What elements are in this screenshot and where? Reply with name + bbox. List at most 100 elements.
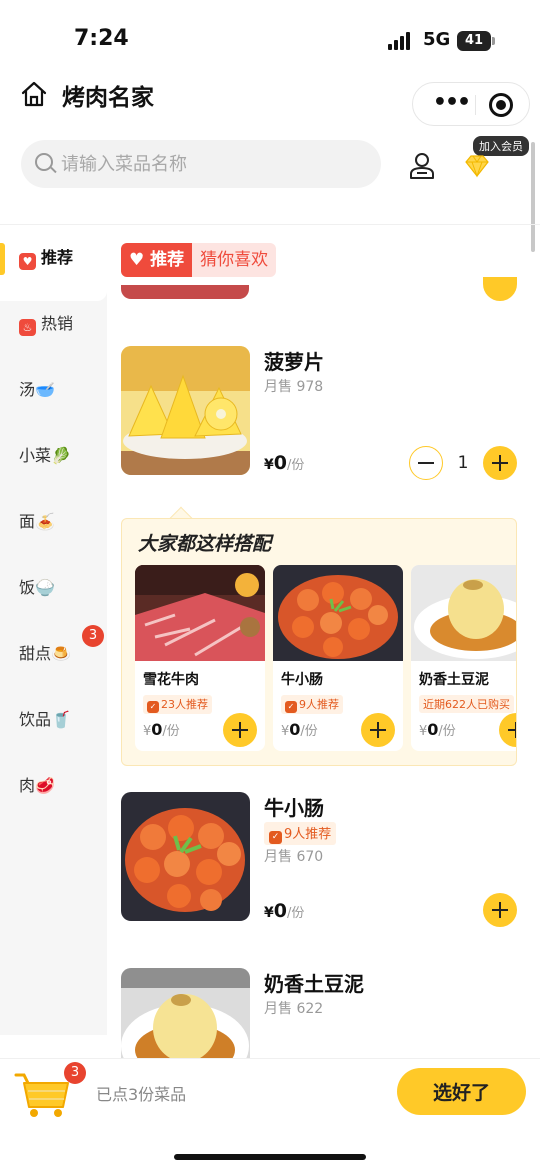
status-bar: 7:24 5G 41 bbox=[0, 0, 540, 80]
sidebar-item-label: 小菜 bbox=[19, 446, 52, 465]
capsule-divider bbox=[475, 95, 476, 115]
dish-item[interactable]: 菠萝片 月售 978 ¥0/份 1 bbox=[121, 346, 521, 480]
combo-dish-name: 奶香土豆泥 bbox=[419, 672, 489, 688]
combo-card[interactable]: 雪花牛肉 ✓ 23人推荐 ¥0/份 bbox=[135, 565, 265, 751]
sidebar-item-label: 面 bbox=[19, 512, 36, 531]
combo-dish-price: ¥0/份 bbox=[419, 720, 456, 739]
dish-name: 牛小肠 bbox=[264, 796, 324, 820]
decrease-button[interactable] bbox=[409, 446, 443, 480]
scrollbar[interactable] bbox=[531, 142, 535, 252]
sidebar-item-label: 饭 bbox=[19, 578, 36, 597]
add-button[interactable] bbox=[499, 713, 516, 747]
store-title: 烤肉名家 bbox=[62, 85, 154, 111]
recommend-chip: ✓ 23人推荐 bbox=[143, 695, 212, 714]
sidebar-item-label: 饮品 bbox=[19, 710, 52, 729]
combo-card[interactable]: 牛小肠 ✓ 9人推荐 ¥0/份 bbox=[273, 565, 403, 751]
checkout-button[interactable]: 选好了 bbox=[397, 1068, 526, 1115]
dish-list: ♥ 推荐 猜你喜欢 菠萝片 月售 978 ¥0/份 1 大家都这样搭配 雪花牛肉… bbox=[107, 225, 530, 1060]
sidebar-item-label: 甜点 bbox=[19, 644, 52, 663]
sidebar-item-dessert[interactable]: 甜点🍮 3 bbox=[0, 621, 107, 687]
sidebar-item-hot[interactable]: ♨ 热销 bbox=[0, 291, 107, 357]
mini-program-capsule: ••• bbox=[412, 82, 530, 126]
soup-bowl-icon: 🥣 bbox=[35, 380, 55, 399]
recommend-chip: ✓ 9人推荐 bbox=[264, 822, 337, 845]
fire-tag-icon: ♨ bbox=[19, 319, 36, 336]
join-member-badge[interactable]: 加入会员 bbox=[473, 136, 529, 156]
dish-image[interactable] bbox=[121, 792, 250, 921]
rice-bowl-icon: 🍚 bbox=[35, 578, 55, 597]
dish-name: 菠萝片 bbox=[264, 350, 324, 374]
purchase-chip: 近期622人已购买 bbox=[419, 695, 514, 713]
add-button[interactable] bbox=[223, 713, 257, 747]
dish-item[interactable]: 牛小肠 ✓ 9人推荐 月售 670 ¥0/份 bbox=[121, 792, 521, 927]
shopping-cart-icon[interactable] bbox=[14, 1069, 72, 1119]
sidebar-item-label: 热销 bbox=[41, 314, 74, 333]
network-label: 5G bbox=[423, 29, 451, 50]
more-dots-icon[interactable]: ••• bbox=[427, 83, 475, 125]
thumbs-up-icon: ✓ bbox=[285, 701, 297, 713]
add-button[interactable] bbox=[361, 713, 395, 747]
search-input[interactable] bbox=[61, 140, 371, 188]
drink-cup-icon: 🥤 bbox=[51, 710, 71, 729]
sidebar-item-soup[interactable]: 汤🥣 bbox=[0, 357, 107, 423]
signal-icon bbox=[388, 32, 414, 50]
dish-image bbox=[135, 565, 265, 661]
sidebar-item-label: 推荐 bbox=[41, 248, 74, 267]
dish-image-partial bbox=[121, 285, 249, 299]
section-subtitle: 猜你喜欢 bbox=[192, 243, 277, 277]
dish-image[interactable] bbox=[121, 968, 250, 1060]
leafy-green-icon: 🥬 bbox=[51, 446, 71, 465]
cart-bar: 3 已点3份菜品 选好了 bbox=[0, 1058, 540, 1170]
pudding-icon: 🍮 bbox=[51, 644, 71, 663]
combo-dish-price: ¥0/份 bbox=[143, 720, 180, 739]
record-target-icon[interactable] bbox=[489, 93, 513, 117]
combo-dish-price: ¥0/份 bbox=[281, 720, 318, 739]
sidebar-item-noodles[interactable]: 面🍝 bbox=[0, 489, 107, 555]
user-icon[interactable] bbox=[406, 150, 438, 182]
thumbs-up-icon: ✓ bbox=[269, 831, 282, 844]
battery-icon: 41 bbox=[457, 31, 495, 51]
dish-name: 奶香土豆泥 bbox=[264, 972, 364, 996]
dish-sales: 月售 978 bbox=[264, 379, 324, 395]
dish-sales: 月售 670 bbox=[264, 849, 324, 865]
sidebar-item-label: 汤 bbox=[19, 380, 36, 399]
spaghetti-icon: 🍝 bbox=[35, 512, 55, 531]
app-header: 烤肉名家 ••• bbox=[0, 74, 540, 134]
search-bar bbox=[21, 140, 381, 188]
meat-cut-icon: 🥩 bbox=[35, 776, 55, 795]
dish-sales: 月售 622 bbox=[264, 1001, 324, 1017]
dish-price: ¥0/份 bbox=[264, 452, 305, 474]
recommend-tag: ♥ 推荐 bbox=[121, 243, 193, 277]
cart-count-badge: 3 bbox=[64, 1062, 86, 1084]
sidebar-item-label: 肉 bbox=[19, 776, 36, 795]
dish-image bbox=[411, 565, 516, 661]
add-button-partial[interactable] bbox=[483, 277, 517, 301]
home-indicator bbox=[174, 1154, 366, 1160]
sidebar-item-meat[interactable]: 肉🥩 bbox=[0, 753, 107, 819]
combo-card[interactable]: 奶香土豆泥 近期622人已购买 ¥0/份 bbox=[411, 565, 516, 751]
search-icon bbox=[35, 153, 53, 171]
add-button[interactable] bbox=[483, 893, 517, 927]
combo-title: 大家都这样搭配 bbox=[138, 533, 272, 555]
add-button[interactable] bbox=[483, 446, 517, 480]
combo-dish-name: 雪花牛肉 bbox=[143, 672, 199, 688]
thumbs-up-icon: ✓ bbox=[147, 701, 159, 713]
section-header: ♥ 推荐 猜你喜欢 bbox=[121, 243, 277, 277]
sidebar-item-recommend[interactable]: ♥ 推荐 bbox=[0, 225, 107, 291]
quantity-value: 1 bbox=[457, 453, 469, 473]
heart-tag-icon: ♥ bbox=[19, 253, 36, 270]
count-badge: 3 bbox=[82, 625, 104, 647]
sidebar-item-side-dish[interactable]: 小菜🥬 bbox=[0, 423, 107, 489]
recommend-chip: ✓ 9人推荐 bbox=[281, 695, 343, 714]
dish-price: ¥0/份 bbox=[264, 900, 305, 922]
status-time: 7:24 bbox=[74, 26, 129, 51]
dish-item[interactable]: 奶香土豆泥 月售 622 bbox=[121, 968, 521, 1060]
combo-dish-name: 牛小肠 bbox=[281, 672, 323, 688]
sidebar-item-rice[interactable]: 饭🍚 bbox=[0, 555, 107, 621]
category-sidebar: ♥ 推荐 ♨ 热销 汤🥣 小菜🥬 面🍝 饭🍚 甜点🍮 3 饮品🥤 肉🥩 bbox=[0, 225, 107, 1035]
combo-panel: 大家都这样搭配 雪花牛肉 ✓ 23人推荐 ¥0/份 牛小肠 ✓ 9人推荐 ¥0/… bbox=[121, 518, 517, 766]
dish-image[interactable] bbox=[121, 346, 250, 475]
home-icon[interactable] bbox=[20, 80, 48, 108]
sidebar-item-drinks[interactable]: 饮品🥤 bbox=[0, 687, 107, 753]
diamond-icon[interactable] bbox=[464, 154, 490, 178]
